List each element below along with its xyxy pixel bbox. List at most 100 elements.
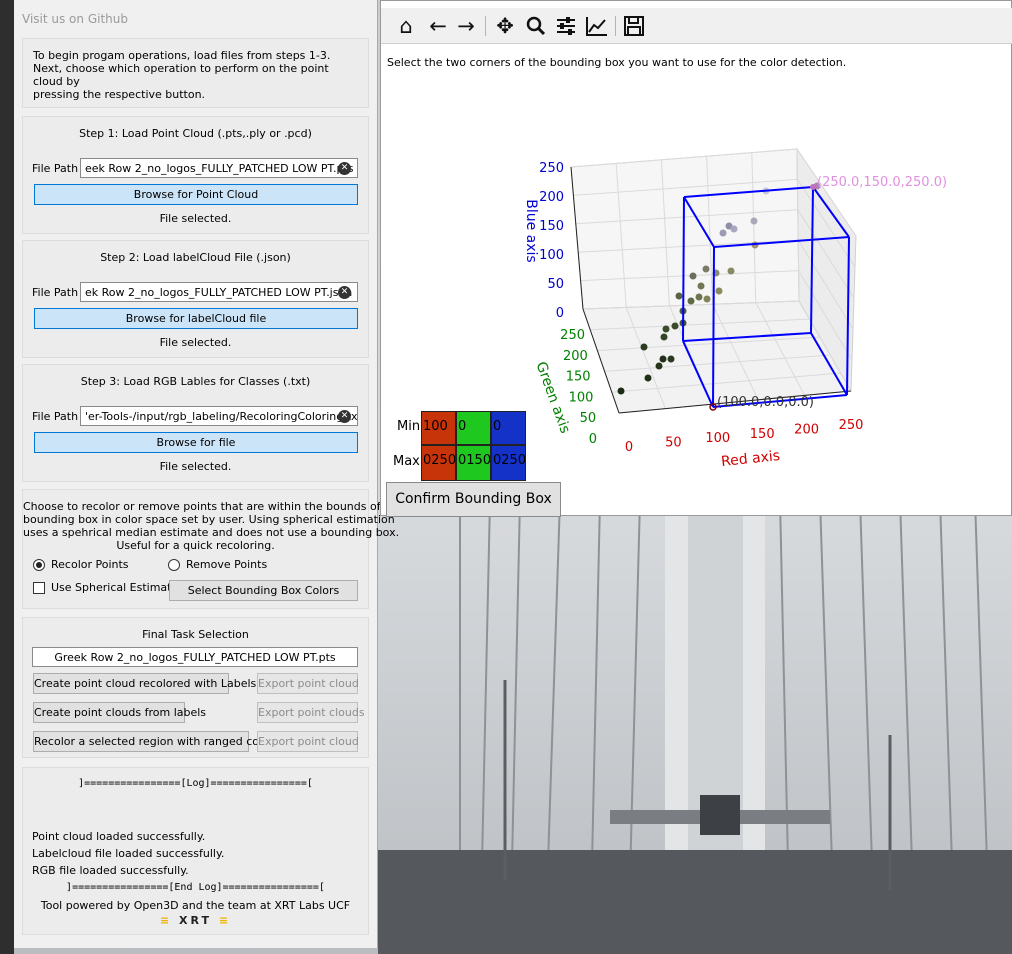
configure-subplots-icon[interactable] <box>553 13 579 39</box>
zoom-icon[interactable] <box>523 13 549 39</box>
export-point-clouds-button[interactable]: Export point clouds <box>257 702 365 723</box>
z-tick-label: 100 <box>539 248 564 263</box>
y-tick-label: 150 <box>566 370 591 385</box>
scatter-point <box>644 374 652 382</box>
recolor-description-line: bounding box in color space set by user.… <box>23 513 395 526</box>
selected-file-display: Greek Row 2_no_logos_FULLY_PATCHED LOW P… <box>32 647 358 667</box>
browse-point-cloud-button[interactable]: Browse for Point Cloud <box>34 184 358 205</box>
back-pane <box>570 148 800 310</box>
x-tick-label: 0 <box>625 440 633 455</box>
step2-title: Step 2: Load labelCloud File (.json) <box>100 251 291 264</box>
browse-labelcloud-button[interactable]: Browse for labelCloud file <box>34 308 358 329</box>
scatter-point <box>703 295 711 303</box>
y-tick-label: 0 <box>589 432 597 447</box>
scatter-point <box>640 343 648 351</box>
clear-icon[interactable]: ✕ <box>338 162 351 175</box>
xrt-logo-text: XRT <box>179 914 212 927</box>
recolor-points-radio[interactable] <box>33 559 45 571</box>
forward-icon[interactable]: → <box>453 13 479 39</box>
bbox-corner-max <box>810 184 816 190</box>
scatter-point <box>730 225 738 233</box>
y-tick-label: 50 <box>580 411 597 426</box>
file-path-value: 'er-Tools-/input/rgb_labeling/Recoloring… <box>85 410 358 423</box>
github-link[interactable]: Visit us on Github <box>22 12 128 26</box>
step3-section: Step 3: Load RGB Lables for Classes (.tx… <box>22 364 369 482</box>
max-value-cell: 0150 <box>456 445 491 481</box>
bounding-box-edge <box>682 196 685 342</box>
step3-title: Step 3: Load RGB Lables for Classes (.tx… <box>80 375 311 388</box>
scatter-point <box>659 355 667 363</box>
scatter-point <box>660 333 668 341</box>
scatter-point <box>689 272 697 280</box>
remove-points-radio[interactable] <box>168 559 180 571</box>
corner-min-label: (100.0,0.0,0.0) <box>717 395 814 410</box>
scatter-point <box>687 297 695 305</box>
scatter-point <box>715 287 723 295</box>
file-path-label: File Path <box>32 162 79 175</box>
z-tick-label: 150 <box>539 219 564 234</box>
create-recolored-button[interactable]: Create point cloud recolored with Labels <box>33 673 256 694</box>
max-value-cell: 0250 <box>491 445 526 481</box>
min-label: Min <box>397 419 421 434</box>
toolbar-separator <box>485 16 486 36</box>
z-tick-label: 50 <box>547 277 564 292</box>
scatter-point <box>750 217 758 225</box>
confirm-bounding-box-button[interactable]: Confirm Bounding Box <box>386 482 561 517</box>
step1-title: Step 1: Load Point Cloud (.pts,.ply or .… <box>79 127 312 140</box>
x-tick-label: 250 <box>839 418 864 433</box>
file-path-value: eek Row 2_no_logos_FULLY_PATCHED LOW PT.… <box>85 162 354 175</box>
log-section: ]================[Log]================[ … <box>22 767 369 935</box>
spherical-estimate-checkbox[interactable] <box>33 582 45 594</box>
pan-icon[interactable]: ✥ <box>492 13 518 39</box>
scatter-point <box>662 325 670 333</box>
step2-section: Step 2: Load labelCloud File (.json) Fil… <box>22 240 369 358</box>
create-point-clouds-from-labels-button[interactable]: Create point clouds from labels <box>33 702 206 723</box>
clear-icon[interactable]: ✕ <box>338 410 351 423</box>
plot-instruction: Select the two corners of the bounding b… <box>387 56 847 69</box>
home-icon[interactable]: ⌂ <box>393 13 419 39</box>
xrt-logo: ≡ XRT ≡ <box>159 914 232 927</box>
intro-line: To begin progam operations, load files f… <box>33 49 331 62</box>
log-line: Labelcloud file loaded successfully. <box>32 847 225 860</box>
step2-file-path-input[interactable]: ek Row 2_no_logos_FULLY_PATCHED LOW PT.j… <box>80 282 358 302</box>
scatter-point <box>697 282 705 290</box>
scatter-point <box>675 292 683 300</box>
select-bounding-box-colors-button[interactable]: Select Bounding Box Colors <box>169 580 358 601</box>
scatter-point <box>727 267 735 275</box>
edit-axis-icon[interactable] <box>584 13 610 39</box>
scatter-point <box>667 355 675 363</box>
y-tick-label: 100 <box>569 390 594 405</box>
step1-status: File selected. <box>159 212 232 225</box>
clear-icon[interactable]: ✕ <box>338 286 351 299</box>
scatter-point <box>617 387 625 395</box>
min-value-cell: 100 <box>421 411 456 445</box>
back-icon[interactable]: ← <box>425 13 451 39</box>
remove-points-label: Remove Points <box>186 558 268 571</box>
scatter-point <box>695 293 703 301</box>
credit-text: Tool powered by Open3D and the team at X… <box>40 899 351 912</box>
file-path-value: ek Row 2_no_logos_FULLY_PATCHED LOW PT.j… <box>85 286 353 299</box>
recolor-region-button[interactable]: Recolor a selected region with ranged co… <box>33 731 279 752</box>
recolor-description-line: Useful for a quick recoloring. <box>116 539 275 552</box>
x-tick-label: 50 <box>665 436 682 451</box>
intro-line: pressing the respective button. <box>33 88 206 101</box>
x-tick-label: 200 <box>794 422 819 437</box>
save-icon[interactable] <box>621 13 647 39</box>
final-task-title: Final Task Selection <box>142 628 249 641</box>
browse-rgb-file-button[interactable]: Browse for file <box>34 432 358 453</box>
control-panel: Visit us on Github To begin progam opera… <box>14 0 399 948</box>
log-line: Point cloud loaded successfully. <box>32 830 206 843</box>
step1-file-path-input[interactable]: eek Row 2_no_logos_FULLY_PATCHED LOW PT.… <box>80 158 358 178</box>
step2-status: File selected. <box>159 336 232 349</box>
x-tick-label: 150 <box>750 427 775 442</box>
export-point-cloud-button[interactable]: Export point cloud <box>257 673 359 694</box>
final-task-section: Final Task Selection Greek Row 2_no_logo… <box>22 617 369 758</box>
recolor-section: Choose to recolor or remove points that … <box>22 489 399 609</box>
intro-line: Next, choose which operation to perform … <box>33 62 329 88</box>
min-value-cell: 0 <box>491 411 526 445</box>
export-point-cloud-button[interactable]: Export point cloud <box>257 731 359 752</box>
scatter-point <box>719 229 727 237</box>
recolor-points-label: Recolor Points <box>51 558 129 571</box>
z-tick-label: 0 <box>556 306 564 321</box>
step3-file-path-input[interactable]: 'er-Tools-/input/rgb_labeling/Recoloring… <box>80 406 358 426</box>
